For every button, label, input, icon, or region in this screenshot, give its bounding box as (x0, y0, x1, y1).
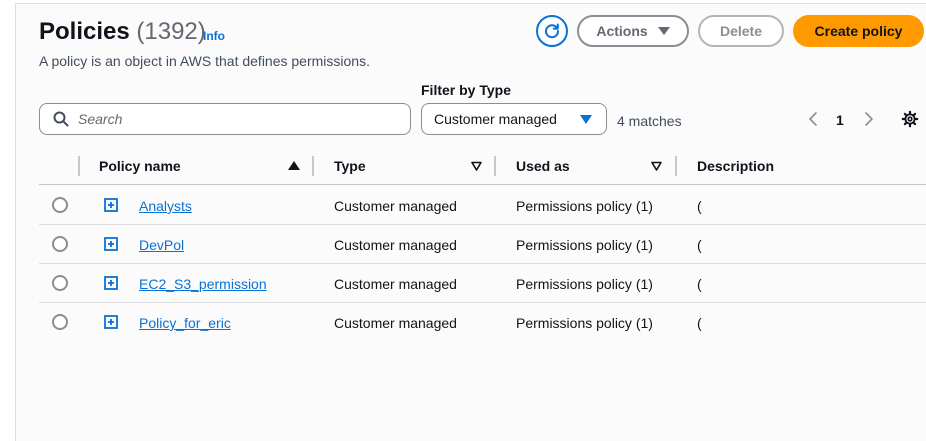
policy-name-link[interactable]: Policy_for_eric (139, 315, 231, 331)
table-row: Analysts Customer managed Permissions po… (0, 185, 926, 224)
policy-type: Customer managed (334, 237, 457, 253)
expand-icon[interactable] (104, 276, 118, 290)
policy-description: ( (697, 198, 702, 214)
sort-descending-icon[interactable] (471, 161, 482, 171)
column-header-description[interactable]: Description (697, 158, 774, 174)
type-filter-select[interactable]: Customer managed (421, 103, 607, 135)
refresh-button[interactable] (536, 15, 568, 47)
page-title: Policies (1392) (39, 17, 206, 47)
column-separator (494, 156, 496, 176)
caret-down-icon (657, 27, 670, 35)
sort-descending-icon[interactable] (651, 161, 662, 171)
create-policy-button[interactable]: Create policy (793, 15, 924, 47)
table-row: DevPol Customer managed Permissions poli… (0, 224, 926, 263)
page-description: A policy is an object in AWS that define… (39, 53, 370, 69)
search-input[interactable] (76, 110, 380, 128)
column-separator (312, 156, 314, 176)
row-select-radio[interactable] (52, 314, 68, 330)
matches-count: 4 matches (617, 113, 682, 129)
chevron-left-icon[interactable] (805, 110, 821, 128)
column-header-policy-name[interactable]: Policy name (99, 158, 181, 174)
info-link[interactable]: Info (203, 29, 225, 43)
settings-icon[interactable] (901, 110, 919, 128)
column-header-used-as[interactable]: Used as (516, 158, 570, 174)
policy-name-link[interactable]: DevPol (139, 237, 184, 253)
page-title-text: Policies (39, 18, 130, 45)
column-separator (78, 156, 80, 176)
policy-description: ( (697, 237, 702, 253)
sort-ascending-icon[interactable] (288, 161, 300, 170)
policy-used-as: Permissions policy (1) (516, 276, 653, 292)
policy-name-link[interactable]: Analysts (139, 198, 192, 214)
column-separator (675, 156, 677, 176)
refresh-icon (545, 23, 560, 39)
expand-icon[interactable] (104, 315, 118, 329)
policy-type: Customer managed (334, 276, 457, 292)
expand-icon[interactable] (104, 198, 118, 212)
caret-down-icon (580, 114, 592, 124)
type-filter-value: Customer managed (434, 111, 557, 127)
table-row: EC2_S3_permission Customer managed Permi… (0, 263, 926, 302)
policy-count: (1392) (136, 18, 206, 45)
column-header-type[interactable]: Type (334, 158, 366, 174)
expand-icon[interactable] (104, 237, 118, 251)
policy-type: Customer managed (334, 315, 457, 331)
actions-button-label: Actions (596, 23, 648, 39)
policy-used-as: Permissions policy (1) (516, 237, 653, 253)
policy-name-link[interactable]: EC2_S3_permission (139, 276, 267, 292)
policy-description: ( (697, 276, 702, 292)
delete-button[interactable]: Delete (698, 15, 784, 47)
row-select-radio[interactable] (52, 275, 68, 291)
chevron-right-icon[interactable] (861, 110, 877, 128)
policy-used-as: Permissions policy (1) (516, 198, 653, 214)
policy-used-as: Permissions policy (1) (516, 315, 653, 331)
row-select-radio[interactable] (52, 236, 68, 252)
policy-description: ( (697, 315, 702, 331)
row-select-radio[interactable] (52, 197, 68, 213)
page-number[interactable]: 1 (836, 112, 844, 128)
filter-by-type-label: Filter by Type (421, 82, 511, 98)
table-row: Policy_for_eric Customer managed Permiss… (0, 302, 926, 341)
search-field[interactable] (39, 103, 411, 135)
policy-type: Customer managed (334, 198, 457, 214)
actions-button[interactable]: Actions (577, 15, 689, 47)
search-icon (53, 111, 69, 127)
